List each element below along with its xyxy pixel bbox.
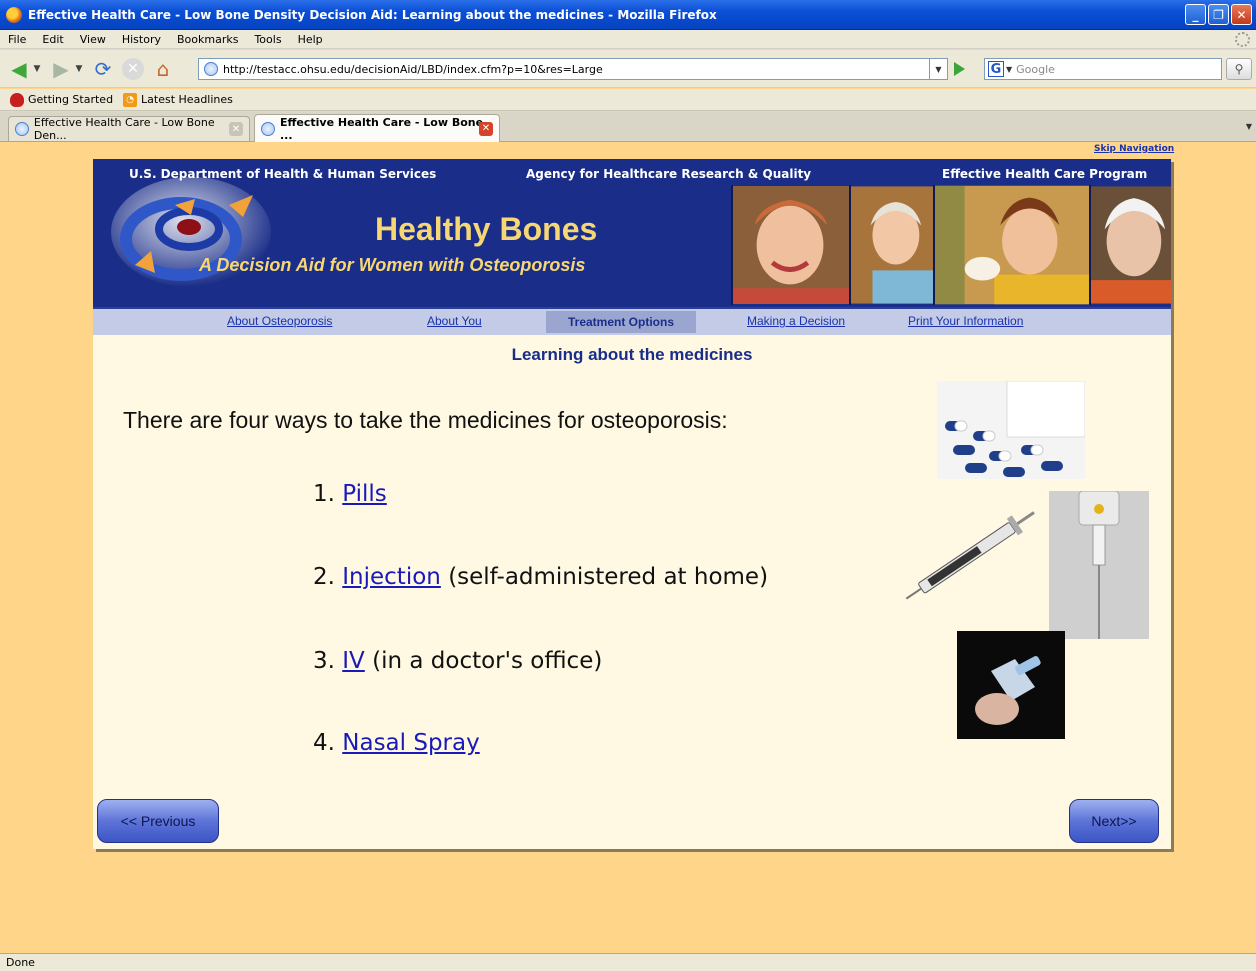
option-number: 3. [313, 648, 335, 674]
nasal-spray-link[interactable]: Nasal Spray [342, 730, 479, 756]
address-url: http://testacc.ohsu.edu/decisionAid/LBD/… [223, 62, 603, 76]
tab-inactive[interactable]: Effective Health Care - Low Bone Den... … [8, 116, 250, 142]
nav-about-you[interactable]: About You [427, 314, 482, 328]
forward-arrow-icon[interactable]: ▶ [48, 57, 74, 81]
search-input[interactable]: G ▼ Google [984, 58, 1222, 80]
option-number: 4. [313, 730, 335, 756]
go-arrow-icon[interactable] [954, 62, 965, 76]
section-nav: About Osteoporosis About You Treatment O… [93, 307, 1171, 335]
option-number: 2. [313, 564, 335, 590]
tab-label: Effective Health Care - Low Bone ... [279, 115, 484, 142]
close-window-button[interactable]: ✕ [1231, 4, 1252, 25]
previous-button[interactable]: << Previous [97, 799, 219, 843]
bookmark-getting-started[interactable]: Getting Started [10, 92, 114, 107]
menu-history[interactable]: History [114, 33, 169, 46]
page-heading: Learning about the medicines [511, 345, 753, 364]
app-subtitle: A Decision Aid for Women with Osteoporos… [199, 255, 586, 275]
bookmarks-toolbar: Getting Started ◔ Latest Headlines [0, 89, 1256, 111]
option-number: 1. [313, 481, 335, 507]
ahrq-logo [111, 177, 271, 287]
tab-list-dropdown-icon[interactable]: ▼ [1246, 122, 1252, 131]
back-arrow-icon[interactable]: ◀ [6, 57, 32, 81]
menu-file[interactable]: File [0, 33, 34, 46]
menu-bookmarks[interactable]: Bookmarks [169, 33, 246, 46]
agency-label: Agency for Healthcare Research & Quality [526, 167, 812, 181]
program-label: Effective Health Care Program [942, 167, 1148, 181]
option-note: (in a doctor's office) [372, 648, 603, 674]
back-history-dropdown[interactable]: ▼ [32, 64, 42, 74]
navigation-toolbar: ◀ ▼ ▶ ▼ ⟳ ✕ ⌂ http://testacc.ohsu.edu/de… [0, 50, 1256, 88]
menu-bar: File Edit View History Bookmarks Tools H… [0, 30, 1256, 49]
nav-about-osteoporosis[interactable]: About Osteoporosis [227, 314, 332, 328]
firefox-icon [6, 6, 22, 23]
syringe-image [905, 511, 1035, 600]
window-title-bar: Effective Health Care - Low Bone Density… [0, 0, 1256, 30]
nav-making-a-decision[interactable]: Making a Decision [747, 314, 845, 328]
reload-icon[interactable]: ⟳ [90, 57, 116, 81]
portrait-photo [731, 185, 849, 305]
option-note: (self-administered at home) [448, 564, 769, 590]
stop-icon[interactable]: ✕ [122, 57, 144, 80]
tab-label: Effective Health Care - Low Bone Den... [33, 116, 215, 142]
close-tab-icon[interactable]: ✕ [479, 121, 493, 136]
pills-link[interactable]: Pills [342, 481, 387, 507]
nav-print-your-information[interactable]: Print Your Information [908, 314, 1023, 328]
search-magnifier-icon[interactable]: ⚲ [1226, 58, 1252, 80]
intro-text: There are four ways to take the medicine… [123, 407, 728, 433]
app-title: Healthy Bones [375, 211, 598, 247]
address-bar[interactable]: http://testacc.ohsu.edu/decisionAid/LBD/… [198, 58, 930, 80]
firefox-bookmark-icon [10, 92, 24, 107]
throbber-icon [1235, 32, 1250, 47]
home-icon[interactable]: ⌂ [150, 57, 176, 81]
search-placeholder: Google [1016, 62, 1055, 76]
menu-tools[interactable]: Tools [246, 33, 289, 46]
option-iv: 3. IV (in a doctor's office) [313, 648, 602, 674]
rss-feed-icon: ◔ [123, 92, 138, 107]
address-history-dropdown[interactable]: ▼ [930, 58, 948, 80]
option-pills: 1. Pills [313, 481, 387, 507]
google-engine-icon[interactable]: G [988, 61, 1004, 77]
page-panel: U.S. Department of Health & Human Servic… [93, 159, 1171, 849]
menu-help[interactable]: Help [290, 33, 331, 46]
window-title: Effective Health Care - Low Bone Density… [28, 7, 717, 22]
site-identity-icon [204, 62, 218, 76]
close-tab-icon[interactable]: ✕ [229, 122, 243, 136]
next-button[interactable]: Next>> [1069, 799, 1159, 843]
iv-bag-image [1049, 491, 1149, 639]
skip-navigation-link[interactable]: Skip Navigation [1094, 144, 1174, 154]
forward-history-dropdown[interactable]: ▼ [74, 64, 84, 74]
minimize-button[interactable]: _ [1185, 4, 1206, 25]
page-icon [15, 122, 29, 136]
pills-image [937, 381, 1085, 479]
portrait-photo [1089, 185, 1171, 305]
option-nasal-spray: 4. Nasal Spray [313, 730, 480, 756]
nav-treatment-options[interactable]: Treatment Options [546, 311, 697, 333]
tab-strip: Effective Health Care - Low Bone Den... … [0, 112, 1256, 142]
bookmark-label: Getting Started [28, 93, 114, 106]
status-bar: Done [0, 953, 1256, 971]
option-injection: 2. Injection (self-administered at home) [313, 564, 768, 590]
engine-dropdown-icon[interactable]: ▼ [1006, 65, 1012, 74]
injection-link[interactable]: Injection [342, 564, 441, 590]
tab-active[interactable]: Effective Health Care - Low Bone ... ✕ [254, 114, 500, 142]
nasal-spray-image [957, 631, 1065, 739]
menu-edit[interactable]: Edit [34, 33, 71, 46]
site-banner: U.S. Department of Health & Human Servic… [93, 159, 1171, 307]
bookmark-label: Latest Headlines [141, 93, 233, 106]
page-icon [261, 121, 275, 136]
content-viewport: Skip Navigation U.S. Department of Healt… [0, 143, 1256, 953]
menu-view[interactable]: View [72, 33, 114, 46]
portrait-photo [849, 185, 933, 305]
bookmark-latest-headlines[interactable]: ◔ Latest Headlines [123, 92, 233, 107]
maximize-button[interactable]: ❐ [1208, 4, 1229, 25]
iv-link[interactable]: IV [342, 648, 365, 674]
portrait-photo [933, 185, 1089, 305]
